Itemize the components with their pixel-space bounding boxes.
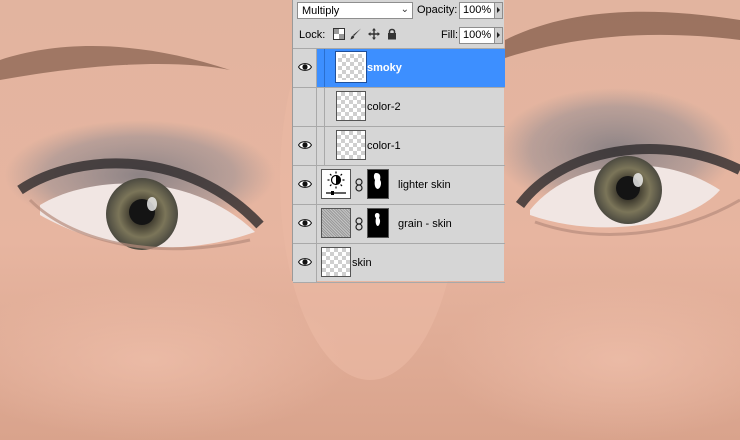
blend-mode-value: Multiply (302, 5, 340, 17)
lock-move-icon[interactable] (368, 28, 380, 40)
eye-icon (298, 141, 312, 149)
layer-mask-thumbnail[interactable] (367, 208, 389, 238)
opacity-field[interactable]: 100% (459, 2, 495, 19)
opacity-slider-button[interactable] (495, 2, 503, 19)
visibility-toggle[interactable] (293, 88, 317, 126)
layer-name[interactable]: color-1 (367, 140, 401, 152)
fill-slider-button[interactable] (495, 27, 503, 44)
eye-icon (298, 63, 312, 71)
layer-thumbnail[interactable] (336, 91, 366, 121)
layer-body[interactable]: color-1 (317, 127, 505, 165)
layer-row-grain-skin[interactable]: grain - skin (293, 205, 505, 244)
fill-label: Fill: (441, 29, 459, 41)
visibility-toggle[interactable] (293, 166, 317, 204)
eye-icon (298, 180, 312, 188)
layer-thumbnail[interactable] (336, 130, 366, 160)
layer-row-lighter-skin[interactable]: lighter skin (293, 166, 505, 205)
mask-shape (373, 173, 382, 189)
layer-body[interactable]: smoky (317, 49, 505, 87)
layer-name[interactable]: smoky (367, 62, 402, 74)
opacity-label: Opacity: (417, 4, 458, 16)
eye-icon (298, 258, 312, 266)
layer-row-skin[interactable]: skin (293, 244, 505, 283)
layer-thumbnail[interactable] (335, 51, 367, 83)
chevron-down-icon: ⌄ (400, 4, 409, 15)
eye-icon (298, 219, 312, 227)
clipping-indent (317, 88, 325, 126)
blend-opacity-row: Multiply ⌄ Opacity: 100% (293, 0, 505, 24)
layer-thumbnail[interactable] (321, 247, 351, 277)
lock-label: Lock: (299, 29, 326, 41)
layer-row-color-1[interactable]: color-1 (293, 127, 505, 166)
layer-name[interactable]: grain - skin (398, 218, 452, 230)
lock-all-icon[interactable] (386, 28, 398, 40)
layers-panel: Multiply ⌄ Opacity: 100% Lock: Fill: 100… (292, 0, 505, 283)
layer-body[interactable]: grain - skin (317, 205, 505, 243)
layer-row-color-2[interactable]: color-2 (293, 88, 505, 127)
chain-link-icon[interactable] (354, 178, 364, 192)
layer-mask-thumbnail[interactable] (367, 169, 389, 199)
layer-name[interactable]: lighter skin (398, 179, 451, 191)
clipping-indent (317, 127, 325, 165)
visibility-toggle[interactable] (293, 49, 317, 87)
mask-shape (374, 213, 381, 226)
layer-body[interactable]: color-2 (317, 88, 505, 126)
brightness-adjustment-icon (326, 171, 346, 195)
visibility-toggle[interactable] (293, 127, 317, 165)
visibility-toggle[interactable] (293, 244, 317, 282)
visibility-toggle[interactable] (293, 205, 317, 243)
layer-name[interactable]: skin (352, 257, 372, 269)
clipping-indent (317, 49, 325, 87)
adjustment-thumbnail[interactable] (321, 169, 351, 199)
layer-thumbnail[interactable] (321, 208, 351, 238)
layer-row-smoky[interactable]: smoky (293, 49, 505, 88)
layer-body[interactable]: skin (317, 244, 505, 282)
lock-brush-icon[interactable] (350, 28, 362, 40)
lock-transparent-icon[interactable] (333, 28, 345, 40)
layer-name[interactable]: color-2 (367, 101, 401, 113)
fill-field[interactable]: 100% (459, 27, 495, 44)
chain-link-icon[interactable] (354, 217, 364, 231)
blend-mode-select[interactable]: Multiply ⌄ (297, 2, 413, 19)
layer-body[interactable]: lighter skin (317, 166, 505, 204)
